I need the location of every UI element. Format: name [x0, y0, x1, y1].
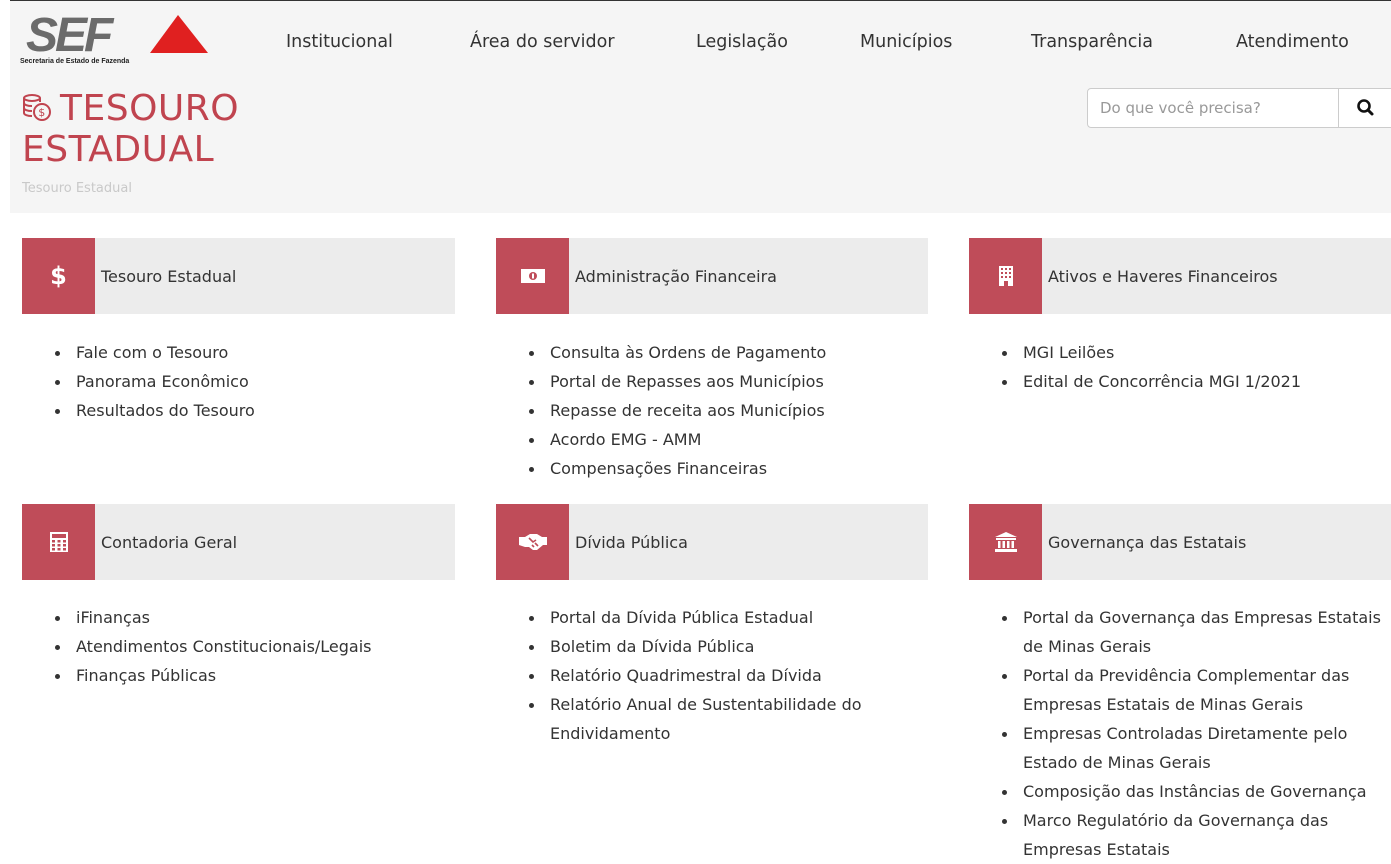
list-item[interactable]: Edital de Concorrência MGI 1/2021	[1001, 367, 1301, 396]
nav-legislacao[interactable]: Legislação	[696, 32, 788, 52]
section-links-tesouro-estadual: Fale com o Tesouro Panorama Econômico Re…	[48, 338, 255, 425]
nav-municipios[interactable]: Municípios	[860, 32, 952, 52]
list-item[interactable]: Acordo EMG - AMM	[528, 425, 826, 454]
svg-text:$: $	[38, 106, 46, 119]
section-title: Contadoria Geral	[101, 533, 238, 552]
page-header: $ TESOURO ESTADUAL Tesouro Estadual	[10, 76, 1391, 213]
page-title-text: TESOURO ESTADUAL	[22, 88, 240, 170]
section-links-divida-publica: Portal da Dívida Pública Estadual Boleti…	[522, 603, 910, 748]
section-header-contadoria-geral[interactable]: Contadoria Geral	[22, 504, 455, 580]
list-item[interactable]: Relatório Anual de Sustentabilidade do E…	[529, 690, 910, 748]
logo-text: SEF	[26, 11, 115, 57]
list-item[interactable]: Portal de Repasses aos Municípios	[528, 367, 826, 396]
section-title: Tesouro Estadual	[101, 267, 237, 286]
list-item[interactable]: Fale com o Tesouro	[55, 338, 255, 367]
section-header-ativos-e-haveres[interactable]: Ativos e Haveres Financeiros	[969, 238, 1391, 314]
section-header-governanca-das-estatais[interactable]: Governança das Estatais	[969, 504, 1391, 580]
breadcrumb[interactable]: Tesouro Estadual	[22, 181, 132, 196]
section-links-contadoria-geral: iFinanças Atendimentos Constitucionais/L…	[48, 603, 372, 690]
list-item[interactable]: Atendimentos Constitucionais/Legais	[55, 632, 372, 661]
list-item[interactable]: Panorama Econômico	[55, 367, 255, 396]
list-item[interactable]: Portal da Dívida Pública Estadual	[529, 603, 910, 632]
list-item[interactable]: Relatório Quadrimestral da Dívida	[529, 661, 910, 690]
section-header-divida-publica[interactable]: Dívida Pública	[496, 504, 928, 580]
coins-icon: $	[22, 90, 52, 121]
building-icon	[969, 238, 1042, 314]
list-item[interactable]: Boletim da Dívida Pública	[529, 632, 910, 661]
section-header-administracao-financeira[interactable]: Administração Financeira	[496, 238, 928, 314]
institution-icon	[969, 504, 1042, 580]
logo-subtitle: Secretaria de Estado de Fazenda	[20, 58, 130, 65]
section-links-governanca-das-estatais: Portal da Governança das Empresas Estata…	[995, 603, 1391, 864]
list-item[interactable]: Portal da Governança das Empresas Estata…	[1002, 603, 1383, 661]
list-item[interactable]: iFinanças	[55, 603, 372, 632]
section-title: Governança das Estatais	[1048, 533, 1247, 552]
search-icon	[1357, 99, 1374, 116]
list-item[interactable]: Repasse de receita aos Municípios	[528, 396, 826, 425]
search-input[interactable]	[1088, 89, 1338, 127]
section-links-administracao-financeira: Consulta às Ordens de Pagamento Portal d…	[522, 338, 826, 483]
dollar-icon: $	[22, 238, 95, 314]
list-item[interactable]: Consulta às Ordens de Pagamento	[528, 338, 826, 367]
section-header-tesouro-estadual[interactable]: $ Tesouro Estadual	[22, 238, 455, 314]
list-item[interactable]: Resultados do Tesouro	[55, 396, 255, 425]
nav-area-do-servidor[interactable]: Área do servidor	[470, 32, 615, 52]
list-item[interactable]: Compensações Financeiras	[528, 454, 826, 483]
section-title: Administração Financeira	[575, 267, 777, 286]
sef-logo-mark: SEF	[26, 9, 208, 62]
calculator-icon	[22, 504, 95, 580]
nav-atendimento[interactable]: Atendimento	[1236, 32, 1349, 52]
list-item[interactable]: Finanças Públicas	[55, 661, 372, 690]
nav-institucional[interactable]: Institucional	[286, 32, 393, 52]
section-title: Ativos e Haveres Financeiros	[1048, 267, 1278, 286]
page-title: $ TESOURO ESTADUAL	[22, 88, 322, 170]
list-item[interactable]: Composição das Instâncias de Governança	[1002, 777, 1391, 806]
money-bill-icon	[496, 238, 569, 314]
list-item[interactable]: Empresas Controladas Diretamente pelo Es…	[1002, 719, 1391, 777]
list-item[interactable]: Marco Regulatório da Governança das Empr…	[1002, 806, 1383, 864]
section-links-ativos-e-haveres: MGI Leilões Edital de Concorrência MGI 1…	[995, 338, 1301, 396]
section-title: Dívida Pública	[575, 533, 688, 552]
list-item[interactable]: MGI Leilões	[1001, 338, 1301, 367]
search-box	[1087, 88, 1391, 128]
sef-logo[interactable]: SEF Secretaria de Estado de Fazenda	[20, 9, 210, 69]
top-navigation-bar: SEF Secretaria de Estado de Fazenda Inst…	[10, 0, 1391, 77]
list-item[interactable]: Portal da Previdência Complementar das E…	[1002, 661, 1391, 719]
nav-transparencia[interactable]: Transparência	[1031, 32, 1153, 52]
logo-triangle	[150, 15, 208, 53]
handshake-icon	[496, 504, 569, 580]
search-button[interactable]	[1338, 89, 1391, 127]
